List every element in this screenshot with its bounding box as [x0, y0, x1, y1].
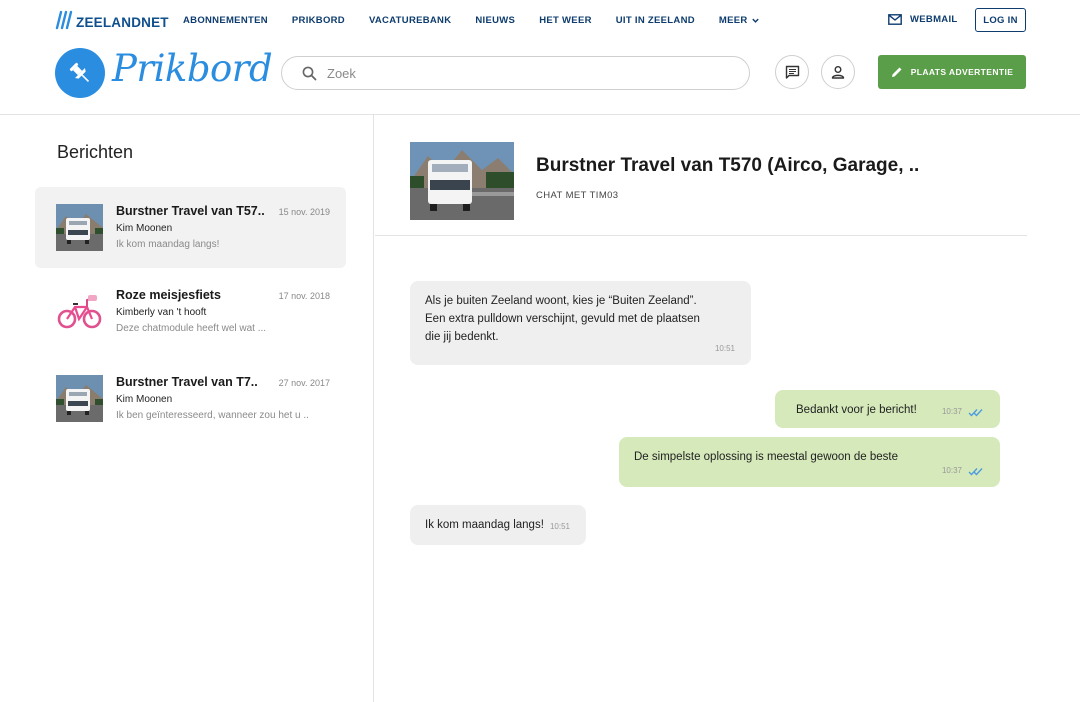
nav-link-meer-label: MEER: [718, 15, 748, 26]
message-time: 10:51: [550, 518, 570, 536]
nav-link-het-weer[interactable]: HET WEER: [539, 15, 592, 26]
zeelandnet-logo[interactable]: ZEELANDNET: [55, 8, 169, 30]
message-line: De simpelste oplossing is meestal gewoon…: [634, 451, 899, 463]
camper-thumbnail: [56, 204, 103, 251]
place-ad-label: PLAATS ADVERTENTIE: [910, 67, 1014, 77]
place-ad-button[interactable]: PLAATS ADVERTENTIE: [878, 55, 1026, 89]
message-timestamp: 10:51: [549, 522, 570, 531]
search-bar: [281, 56, 750, 90]
nav-link-prikbord[interactable]: PRIKBORD: [292, 15, 345, 26]
search-input[interactable]: [327, 65, 707, 81]
messages-heading: Berichten: [57, 142, 134, 162]
camper-thumbnail: [56, 375, 103, 422]
camper-icon: [410, 142, 514, 220]
message-bubble-incoming: Als je buiten Zeeland woont, kies je “Bu…: [410, 281, 751, 365]
conversation-title: Burstner Travel van T57..: [116, 204, 265, 218]
message-timestamp: 10:51: [714, 344, 735, 353]
double-check-icon: [968, 408, 983, 416]
conversation-preview: Ik kom maandag langs!: [116, 239, 220, 250]
conversation-date: 15 nov. 2019: [278, 207, 330, 217]
chat-header-divider: [375, 235, 1027, 236]
pencil-icon: [891, 67, 902, 77]
nav-link-vacaturebank[interactable]: VACATUREBANK: [369, 15, 451, 26]
nav-link-uit-in-zeeland[interactable]: UIT IN ZEELAND: [616, 15, 695, 26]
mail-icon: [888, 14, 902, 25]
message-bubble-outgoing: Bedankt voor je bericht! 10:37: [775, 390, 1000, 428]
camper-icon: [56, 375, 103, 422]
conversation-title: Burstner Travel van T7..: [116, 375, 258, 389]
conversation-user: Kim Moonen: [116, 223, 173, 234]
nav-link-nieuws[interactable]: NIEUWS: [475, 15, 515, 26]
pushpin-icon: [69, 62, 90, 83]
message-line: die jij bedenkt.: [425, 331, 499, 343]
listing-thumbnail[interactable]: [410, 142, 514, 220]
conversation-item[interactable]: Burstner Travel van T57.. 15 nov. 2019 K…: [35, 187, 346, 268]
search-icon: [302, 66, 317, 80]
nav-link-meer[interactable]: MEER: [719, 15, 760, 26]
account-button[interactable]: [821, 55, 855, 89]
conversation-title: Roze meisjesfiets: [116, 288, 221, 302]
double-check-icon: [968, 467, 983, 475]
bicycle-icon: [56, 288, 103, 335]
user-icon: [831, 66, 845, 79]
messages-button[interactable]: [775, 55, 809, 89]
login-button[interactable]: LOG IN: [975, 8, 1026, 32]
main-menu: ABONNEMENTEN PRIKBORD VACATUREBANK NIEUW…: [183, 15, 784, 26]
prikbord-title: Prikbord: [112, 47, 273, 90]
prikbord-logo[interactable]: [55, 48, 105, 98]
message-bubble-incoming: Ik kom maandag langs! 10:51: [410, 505, 586, 545]
chat-subtitle: CHAT MET TIM03: [536, 190, 619, 201]
conversation-item[interactable]: Burstner Travel van T7.. 27 nov. 2017 Ki…: [35, 358, 346, 439]
conversation-date: 17 nov. 2018: [278, 291, 330, 301]
webmail-link[interactable]: WEBMAIL: [888, 14, 957, 25]
conversation-date: 27 nov. 2017: [278, 378, 330, 388]
webmail-label: WEBMAIL: [910, 14, 958, 25]
top-navigation: ZEELANDNET ABONNEMENTEN PRIKBORD VACATUR…: [0, 0, 1080, 40]
conversation-list-panel: Berichten Burstner Travel van T57.. 15 n…: [0, 115, 374, 702]
message-line: Een extra pulldown verschijnt, gevuld me…: [425, 313, 700, 325]
chevron-down-icon: [751, 18, 759, 23]
message-time: 10:51: [715, 340, 735, 358]
conversation-user: Kim Moonen: [116, 394, 173, 405]
waves-icon: [55, 10, 73, 30]
conversation-preview: Ik ben geïnteresseerd, wanneer zou het u…: [116, 410, 309, 421]
message-line: Als je buiten Zeeland woont, kies je “Bu…: [425, 295, 697, 307]
chat-title: Burstner Travel van T570 (Airco, Garage,…: [536, 155, 920, 176]
nav-link-abonnementen[interactable]: ABONNEMENTEN: [183, 15, 268, 26]
conversation-item[interactable]: Roze meisjesfiets 17 nov. 2018 Kimberly …: [35, 271, 346, 352]
message-bubble-outgoing: De simpelste oplossing is meestal gewoon…: [619, 437, 1000, 487]
message-time: 10:37: [942, 403, 984, 421]
conversation-user: Kimberly van 't hooft: [116, 307, 207, 318]
brand-name: ZEELANDNET: [76, 15, 169, 30]
bicycle-thumbnail: [56, 288, 103, 335]
chat-icon: [785, 65, 799, 79]
message-timestamp: 10:37: [941, 466, 962, 475]
camper-icon: [56, 204, 103, 251]
message-timestamp: 10:37: [941, 407, 962, 416]
message-time: 10:37: [942, 462, 984, 480]
conversation-preview: Deze chatmodule heeft wel wat ...: [116, 323, 267, 334]
